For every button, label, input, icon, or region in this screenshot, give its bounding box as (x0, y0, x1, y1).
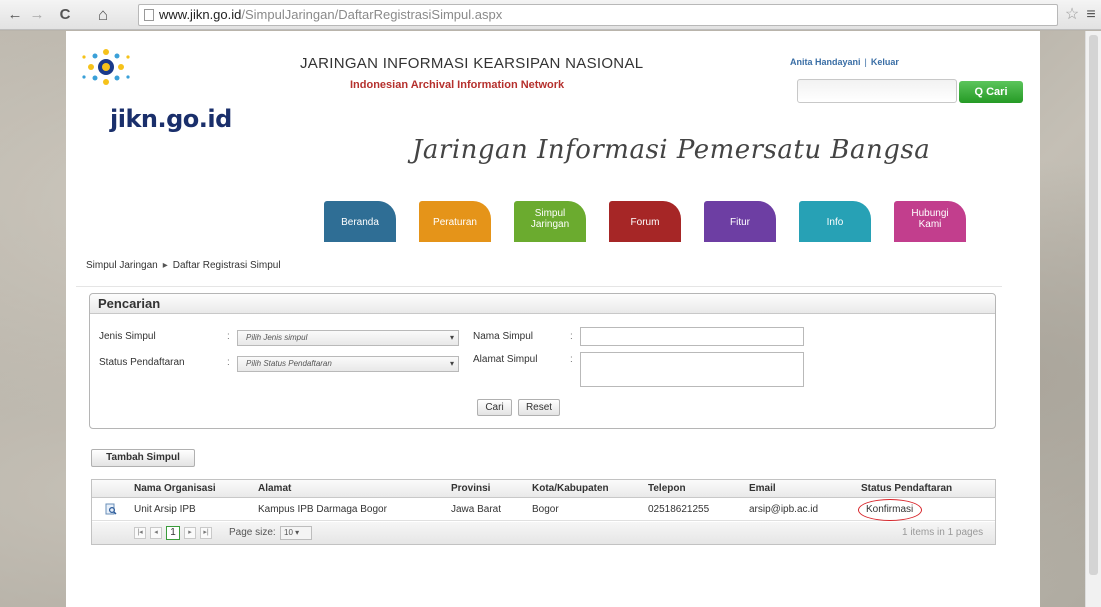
forward-icon[interactable]: → (28, 6, 46, 24)
chevron-down-icon: ▾ (449, 333, 454, 342)
browser-menu-icon[interactable]: ≡ (1082, 6, 1100, 24)
jenis-simpul-value: Pilih Jenis simpul (246, 333, 308, 342)
cell-email: arsip@ipb.ac.id (749, 504, 819, 515)
colon: : (570, 331, 573, 342)
search-panel: Pencarian Jenis Simpul : Pilih Jenis sim… (89, 293, 996, 429)
site-search-button[interactable]: Q Cari (959, 81, 1023, 103)
jenis-simpul-label: Jenis Simpul (99, 331, 156, 342)
colon: : (227, 357, 230, 368)
view-detail-icon[interactable] (105, 503, 117, 516)
url-domain: www.jikn.go.id (159, 7, 242, 22)
alamat-simpul-textarea[interactable] (580, 352, 804, 387)
divider (76, 286, 1002, 287)
nama-simpul-label: Nama Simpul (473, 331, 534, 342)
site-subtitle: Indonesian Archival Information Network (350, 79, 565, 91)
column-header-provinsi[interactable]: Provinsi (451, 483, 490, 494)
page-icon (144, 9, 154, 21)
cell-provinsi: Jawa Barat (451, 504, 502, 515)
page-size-value: 10 (284, 528, 293, 537)
breadcrumb-current: Daftar Registrasi Simpul (172, 260, 281, 271)
site-tagline: Jaringan Informasi Pemersatu Bangsa (412, 135, 931, 165)
status-pendaftaran-label: Status Pendaftaran (99, 357, 185, 368)
page-size-select[interactable]: 10 ▾ (280, 526, 312, 540)
column-header-telepon[interactable]: Telepon (648, 483, 686, 494)
search-panel-title: Pencarian (90, 294, 995, 314)
column-header-email[interactable]: Email (749, 483, 776, 494)
breadcrumb-arrow-icon: ▸ (162, 260, 168, 271)
cell-nama-organisasi: Unit Arsip IPB (134, 504, 196, 515)
site-title: JARINGAN INFORMASI KEARSIPAN NASIONAL (300, 55, 644, 72)
registrasi-table: Nama Organisasi Alamat Provinsi Kota/Kab… (91, 479, 996, 545)
url-path: /SimpulJaringan/DaftarRegistrasiSimpul.a… (241, 7, 503, 22)
reload-icon[interactable]: C (56, 6, 74, 24)
menu-tab-fitur[interactable]: Fitur (704, 201, 776, 243)
tambah-simpul-button[interactable]: Tambah Simpul (91, 449, 195, 467)
menu-tab-simpul[interactable]: Simpul Jaringan (514, 201, 586, 243)
column-header-alamat[interactable]: Alamat (258, 483, 291, 494)
reset-button[interactable]: Reset (518, 399, 560, 416)
next-page-icon[interactable]: ▸ (184, 527, 196, 539)
breadcrumb: Simpul Jaringan ▸ Daftar Registrasi Simpul (86, 260, 281, 271)
prev-page-icon[interactable]: ◂ (150, 527, 162, 539)
status-pendaftaran-select[interactable]: Pilih Status Pendaftaran ▾ (237, 356, 459, 372)
back-icon[interactable]: ← (6, 6, 24, 24)
alamat-simpul-label: Alamat Simpul (473, 354, 538, 365)
nama-simpul-input[interactable] (580, 327, 804, 346)
bookmark-star-icon[interactable]: ☆ (1063, 6, 1081, 24)
highlight-circle (858, 499, 922, 521)
cari-button[interactable]: Cari (477, 399, 512, 416)
colon: : (570, 354, 573, 365)
address-bar[interactable]: www.jikn.go.id/SimpulJaringan/DaftarRegi… (138, 4, 1058, 26)
menu-tab-forum[interactable]: Forum (609, 201, 681, 243)
content-panel: Simpul Jaringan ▸ Daftar Registrasi Simpul… (76, 242, 1002, 607)
colon: : (227, 331, 230, 342)
user-links-separator: | (864, 57, 867, 67)
column-header-kota-kabupaten[interactable]: Kota/Kabupaten (532, 483, 609, 494)
menu-tab-hubungi[interactable]: Hubungi Kami (894, 201, 966, 243)
site-search-input[interactable] (797, 79, 957, 103)
table-pager: |◂ ◂ 1 ▸ ▸| Page size: 10 ▾ 1 items in 1… (92, 522, 995, 544)
menu-tab-info[interactable]: Info (799, 201, 871, 243)
pager-summary: 1 items in 1 pages (902, 527, 984, 538)
page-container: jikn.go.id JARINGAN INFORMASI KEARSIPAN … (66, 31, 1040, 607)
home-icon[interactable]: ⌂ (94, 6, 112, 24)
column-header-nama-organisasi[interactable]: Nama Organisasi (134, 483, 216, 494)
status-pendaftaran-value: Pilih Status Pendaftaran (246, 359, 332, 368)
breadcrumb-parent[interactable]: Simpul Jaringan (86, 260, 158, 271)
scrollbar-thumb[interactable] (1089, 35, 1098, 575)
menu-tab-beranda[interactable]: Beranda (324, 201, 396, 243)
logout-link[interactable]: Keluar (871, 57, 899, 67)
cell-alamat: Kampus IPB Darmaga Bogor (258, 504, 387, 515)
last-page-icon[interactable]: ▸| (200, 527, 212, 539)
first-page-icon[interactable]: |◂ (134, 527, 146, 539)
jenis-simpul-select[interactable]: Pilih Jenis simpul ▾ (237, 330, 459, 346)
browser-toolbar: ← → C ⌂ www.jikn.go.id/SimpulJaringan/Da… (0, 0, 1101, 30)
chevron-down-icon: ▾ (449, 359, 454, 368)
cell-kota: Bogor (532, 504, 559, 515)
user-links: Anita Handayani | Keluar (790, 57, 899, 67)
table-row[interactable]: Unit Arsip IPB Kampus IPB Darmaga Bogor … (92, 499, 995, 521)
user-name-link[interactable]: Anita Handayani (790, 57, 861, 67)
column-header-status-pendaftaran[interactable]: Status Pendaftaran (861, 483, 952, 494)
current-page[interactable]: 1 (166, 526, 180, 540)
table-header: Nama Organisasi Alamat Provinsi Kota/Kab… (92, 480, 995, 498)
page-size-label: Page size: (229, 527, 276, 538)
vertical-scrollbar[interactable] (1085, 31, 1101, 607)
cell-telepon: 02518621255 (648, 504, 710, 515)
logo-text[interactable]: jikn.go.id (110, 105, 232, 133)
menu-tab-peraturan[interactable]: Peraturan (419, 201, 491, 243)
logo-icon[interactable] (78, 43, 138, 93)
